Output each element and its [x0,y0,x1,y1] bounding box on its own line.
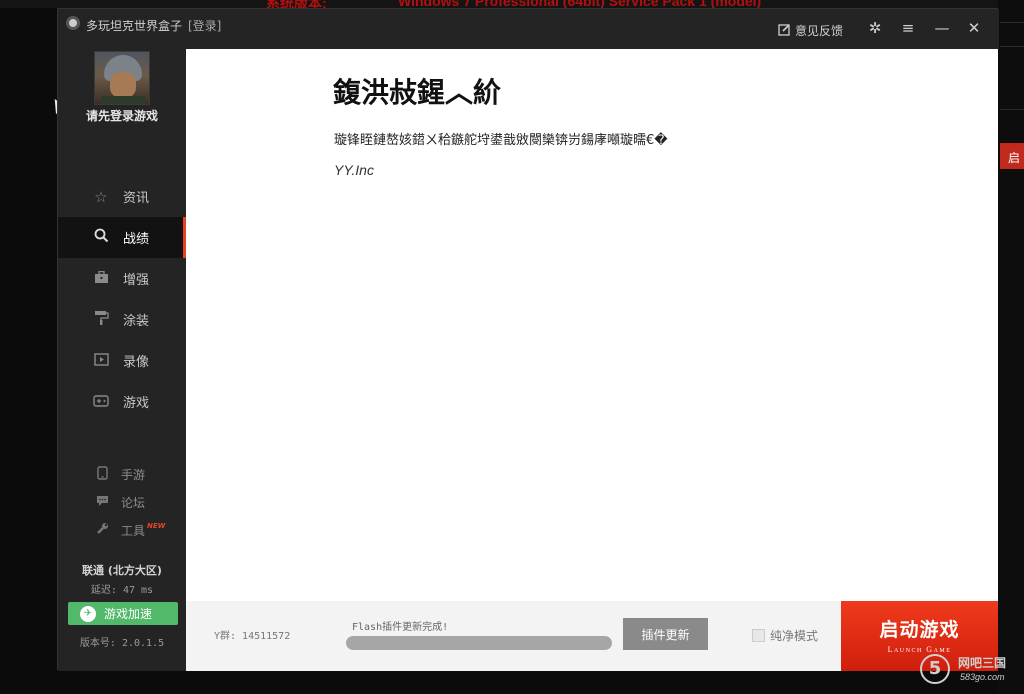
nav-item-stats[interactable]: 战绩 [58,217,186,258]
close-icon[interactable]: ✕ [966,20,982,36]
background-label: 系统版本: [266,0,327,8]
wrench-icon [95,522,109,538]
menu-icon[interactable]: ≡ [900,20,916,36]
launch-label: 启动游戏 [879,619,960,641]
feedback-label: 意见反馈 [795,24,844,38]
plugin-update-button[interactable]: 插件更新 [623,618,708,650]
flash-status: Flash插件更新完成! [352,622,449,633]
avatar[interactable] [94,51,150,105]
error-signature: YY.Inc [334,162,374,178]
sub-item-label: 论坛 [121,495,146,510]
search-icon [92,228,110,247]
app-logo-icon [66,16,80,30]
title-bar[interactable]: 多玩坦克世界盒子 [登录] 意见反馈 ✲ ≡ — ✕ [58,9,999,49]
nav-item-label: 资讯 [123,191,150,206]
nav-item-label: 战绩 [123,232,150,247]
watermark-name: 网吧三国 [958,656,1007,670]
star-icon: ☆ [94,187,108,206]
background-strip: 系统版本: Windows 7 Professional (64bit) Ser… [0,0,1024,8]
nav-item-label: 录像 [123,355,150,370]
main-nav: ☆ 资讯 战绩 增强 涂装 录像 游戏 [58,176,186,422]
update-progress-bar [346,636,612,650]
game-accelerate-button[interactable]: ✈ 游戏加速 [68,602,178,625]
chat-icon [95,495,109,510]
gamepad-icon [92,393,110,411]
update-progress-fill [346,636,612,650]
new-badge: NEW [147,522,166,530]
app-title: 多玩坦克世界盒子 [86,19,183,33]
nav-item-replays[interactable]: 录像 [58,340,186,381]
version-label: 版本号: 2.0.1.5 [79,638,165,649]
background-os-text: Windows 7 Professional (64bit) Service P… [398,0,762,8]
pure-mode-label: 纯净模式 [770,629,819,643]
nav-item-enhance[interactable]: 增强 [58,258,186,299]
sub-item-mobile[interactable]: 手游 [58,460,186,488]
sub-item-label: 工具 [121,523,146,538]
qq-group: Y群: 14511572 [214,631,291,642]
phone-icon [95,465,109,483]
accelerate-label: 游戏加速 [104,607,153,621]
minimize-icon[interactable]: — [934,20,950,36]
paint-roller-icon [92,310,110,329]
login-hint[interactable]: 请先登录游戏 [58,107,186,124]
app-window: 多玩坦克世界盒子 [登录] 意见反馈 ✲ ≡ — ✕ 请先登录游戏 ☆ 资讯 战… [57,8,999,671]
background-right-panel: 启 [998,0,1024,694]
briefcase-icon [92,270,110,288]
sub-item-forum[interactable]: 论坛 [58,488,186,516]
nav-item-label: 游戏 [123,396,150,411]
nav-item-label: 涂装 [123,314,150,329]
nav-item-label: 增强 [123,273,150,288]
watermark-logo: 5 [920,654,950,684]
content-panel: 鍑洪敊鍟︿紒 璇锋眰鏈嶅姟鍣ㄨ秴鏃舵垨鍙戠敓閿欒锛岃鍚庨噸璇曘€� YY.Inc [186,49,998,601]
sidebar: 请先登录游戏 ☆ 资讯 战绩 增强 涂装 录像 游戏 手游 论坛 工具 NEW … [58,49,186,671]
error-title: 鍑洪敊鍟︿紒 [333,76,502,109]
sub-item-tools[interactable]: 工具 NEW [58,516,186,544]
login-link[interactable]: [登录] [188,17,221,34]
video-icon [92,352,110,370]
gear-icon[interactable]: ✲ [867,20,883,36]
latency-readout: 延迟: 47 ms [90,585,154,596]
pure-mode-toggle[interactable]: 纯净模式 [752,627,818,644]
bottom-bar: Y群: 14511572 Flash插件更新完成! 插件更新 纯净模式 启动游戏… [186,601,998,671]
feedback-button[interactable]: 意见反馈 [778,22,843,39]
watermark: 5 网吧三国 583go.com [918,652,1018,688]
pure-mode-checkbox[interactable] [752,629,765,642]
watermark-site: 583go.com [960,672,1005,682]
nav-item-news[interactable]: ☆ 资讯 [58,176,186,217]
edit-icon [778,23,791,39]
secondary-nav: 手游 论坛 工具 NEW [58,460,186,544]
server-region[interactable]: 联通 (北方大区) [58,562,186,578]
sub-item-label: 手游 [121,467,146,482]
error-message: 璇锋眰鏈嶅姟鍣ㄨ秴鏃舵垨鍙戠敓閿欒锛岃鍚庨噸璇曘€� [334,133,668,148]
nav-item-game[interactable]: 游戏 [58,381,186,422]
nav-item-skins[interactable]: 涂装 [58,299,186,340]
background-launch-button[interactable]: 启 [1000,143,1024,169]
accelerate-icon: ✈ [80,605,96,622]
